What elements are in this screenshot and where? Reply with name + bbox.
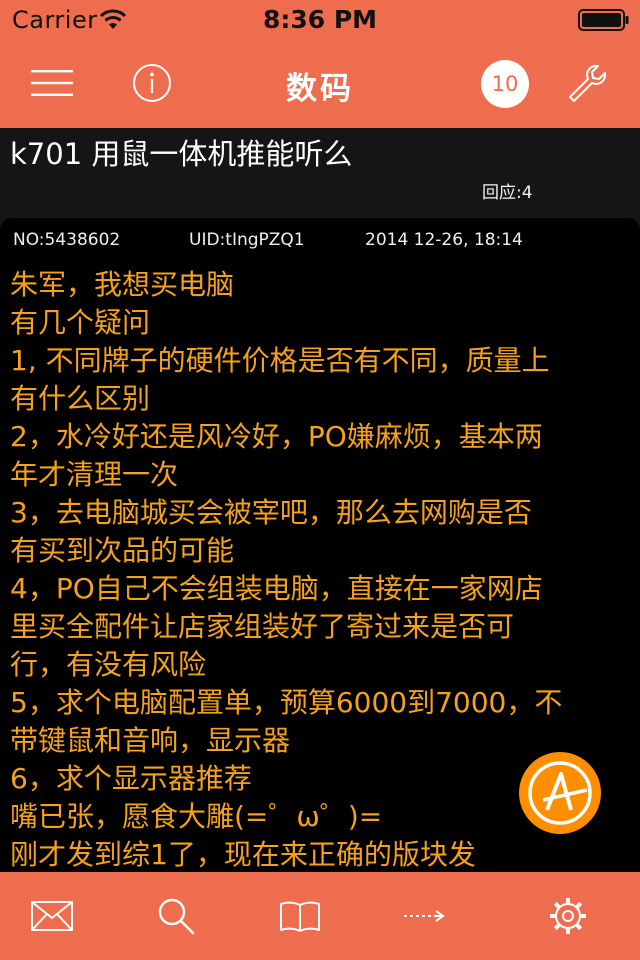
gear-icon: [550, 898, 586, 934]
nav-bar: 数码 10: [0, 40, 640, 128]
search-icon: [158, 898, 195, 935]
battery-icon: [578, 9, 629, 31]
post-line: 朱军，我想买电脑: [10, 268, 235, 301]
menu-icon: [31, 70, 73, 96]
info-button[interactable]: [122, 54, 182, 112]
wrench-icon: [569, 64, 607, 102]
post-uid: UID:tIngPZQ1: [189, 230, 305, 250]
post-line: 刚才发到综1了，现在来正确的版块发: [10, 838, 476, 871]
post-timestamp: 2014 12-26, 18:14: [365, 230, 523, 250]
info-icon: [133, 64, 171, 102]
thread-content: k701 用鼠一体机推能听么 回应:4 NO:5438602 UID:tIngP…: [0, 128, 640, 872]
post-line: 2，水冷好还是风冷好，PO嫌麻烦，基本两: [10, 420, 543, 453]
book-icon: [280, 901, 320, 932]
reply-count: 回应:4: [482, 183, 533, 203]
mail-icon: [31, 901, 73, 931]
wrench-button[interactable]: [560, 54, 616, 112]
search-button[interactable]: [148, 892, 204, 940]
mail-button[interactable]: [24, 892, 80, 940]
post-line: 1, 不同牌子的硬件价格是否有不同，质量上: [10, 344, 550, 377]
settings-button[interactable]: [540, 892, 596, 940]
a-logo-icon: [528, 761, 592, 825]
post-line: 里买全配件让店家组装好了寄过来是否可: [10, 610, 515, 643]
app-screen: Carrier 8:36 PM 数码 10 k701 用鼠一体机推能听么 回应:…: [0, 0, 640, 960]
status-time: 8:36 PM: [262, 5, 378, 34]
count-badge[interactable]: 10: [481, 60, 529, 108]
status-bar: Carrier 8:36 PM: [0, 0, 640, 40]
bottom-toolbar: [0, 872, 640, 960]
post-line: 3，去电脑城买会被宰吧，那么去网购是否: [10, 496, 532, 529]
post-line: 年才清理一次: [10, 458, 179, 491]
post-line: 4，PO自己不会组装电脑，直接在一家网店: [10, 572, 543, 605]
floating-logo-button[interactable]: [519, 752, 601, 834]
post-line: 行，有没有风险: [10, 648, 207, 681]
arrow-right-icon: [404, 910, 445, 922]
book-button[interactable]: [272, 892, 328, 940]
post-line: 5，求个电脑配置单，预算6000到7000，不: [10, 686, 563, 719]
post-line: 有什么区别: [10, 382, 151, 415]
page-title: 数码: [286, 71, 354, 107]
menu-button[interactable]: [22, 56, 82, 110]
post-line: 有买到次品的可能: [10, 534, 235, 567]
post-number: NO:5438602: [13, 230, 121, 250]
post-line: 有几个疑问: [10, 306, 151, 339]
jump-forward-button[interactable]: [396, 892, 452, 940]
topic-title[interactable]: k701 用鼠一体机推能听么: [10, 131, 352, 173]
header: Carrier 8:36 PM 数码 10: [0, 0, 640, 128]
